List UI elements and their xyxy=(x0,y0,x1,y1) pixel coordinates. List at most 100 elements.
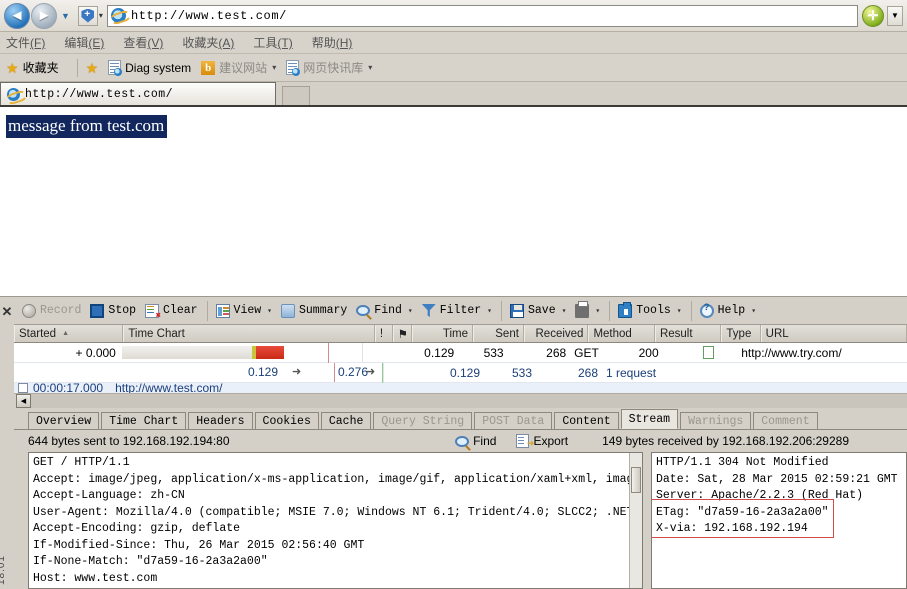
menu-accel: (V) xyxy=(147,36,164,50)
toolbar-overflow-button[interactable]: ▼ xyxy=(887,5,903,26)
page-content-area: message from test.com xyxy=(0,107,907,283)
stream-line: Server: Apache/2.2.3 (Red Hat) xyxy=(656,489,864,502)
address-bar[interactable]: http://www.test.com/ xyxy=(106,4,858,27)
save-button[interactable]: Save ▾ xyxy=(509,303,567,318)
column-header-time-chart[interactable]: Time Chart xyxy=(123,325,375,342)
print-button[interactable]: ▾ xyxy=(575,300,600,318)
stream-find-button[interactable]: Find xyxy=(455,434,502,448)
column-header-started[interactable]: Started ▲ xyxy=(14,325,124,342)
chevron-down-icon[interactable]: ▾ xyxy=(408,306,413,316)
tab-cookies[interactable]: Cookies xyxy=(254,412,319,429)
star-icon: ★ xyxy=(6,59,19,76)
browser-tab-test-com[interactable]: http://www.test.com/ xyxy=(0,82,276,105)
chevron-down-icon[interactable]: ▾ xyxy=(487,306,492,316)
scroll-left-button[interactable]: ◀ xyxy=(16,394,31,408)
find-label: Find xyxy=(473,434,497,448)
chevron-down-icon[interactable]: ▾ xyxy=(562,306,567,316)
tab-post-data[interactable]: POST Data xyxy=(474,412,553,429)
cell-received: 268 xyxy=(577,365,598,380)
summary-button[interactable]: Summary xyxy=(280,303,347,318)
favorites-center-button[interactable]: ★ 收藏夹 xyxy=(6,59,59,76)
chevron-down-icon[interactable]: ▾ xyxy=(267,306,272,316)
clear-button[interactable]: Clear xyxy=(145,303,198,321)
favorite-web-slice-gallery[interactable]: 网页快讯库 ▾ xyxy=(286,59,372,76)
tab-overview[interactable]: Overview xyxy=(28,412,100,429)
filter-button[interactable]: Filter ▾ xyxy=(421,304,492,317)
printer-icon xyxy=(575,300,590,318)
detail-tab-bar: Overview Time Chart Headers Cookies Cach… xyxy=(14,408,907,430)
stream-line: Date: Sat, 28 Mar 2015 02:59:21 GMT xyxy=(656,472,898,486)
row-checkbox[interactable] xyxy=(18,383,28,393)
column-header-received[interactable]: Received xyxy=(523,325,589,342)
table-row[interactable]: + 0.000 0.129 533 268 GET 200 http://www… xyxy=(14,342,907,363)
chevron-down-icon[interactable]: ▾ xyxy=(751,306,756,316)
menu-item-edit[interactable]: 编辑(E) xyxy=(64,34,117,51)
column-header-method[interactable]: Method xyxy=(588,325,655,342)
menu-accel: (H) xyxy=(335,36,353,50)
help-button[interactable]: Help ▾ xyxy=(699,303,756,318)
tab-title: http://www.test.com/ xyxy=(25,87,174,101)
chevron-down-icon[interactable]: ▾ xyxy=(595,306,600,316)
menu-item-favorites[interactable]: 收藏夹(A) xyxy=(182,34,247,51)
find-button[interactable]: Find ▾ xyxy=(356,304,413,317)
tab-time-chart[interactable]: Time Chart xyxy=(101,412,187,429)
column-label: Method xyxy=(593,327,632,340)
chevron-down-icon[interactable]: ▾ xyxy=(368,63,372,72)
column-header-time[interactable]: Time xyxy=(412,325,474,342)
stream-export-button[interactable]: Export xyxy=(516,434,574,449)
request-stream-pane[interactable]: GET / HTTP/1.1 Accept: image/jpeg, appli… xyxy=(28,452,643,589)
table-row-partial[interactable]: 00:00:17.000 http://www.test.com/ xyxy=(14,383,907,393)
stop-button[interactable]: Stop xyxy=(90,303,136,318)
navigation-bar: ◄ ► ▼ ▾ http://www.test.com/ ✛ ▼ xyxy=(0,0,907,32)
request-pane-scrollbar[interactable] xyxy=(629,453,642,588)
tab-query-string[interactable]: Query String xyxy=(373,412,473,429)
column-header-sent[interactable]: Sent xyxy=(473,325,524,342)
forward-button[interactable]: ► xyxy=(31,2,57,29)
column-header-url[interactable]: URL xyxy=(760,325,907,342)
filter-icon xyxy=(421,304,436,317)
tools-button[interactable]: Tools ▾ xyxy=(618,301,682,318)
column-label: ⚑ xyxy=(397,328,408,341)
menu-item-help[interactable]: 帮助(H) xyxy=(312,34,366,51)
chevron-down-icon[interactable]: ▾ xyxy=(272,63,276,72)
tab-comment[interactable]: Comment xyxy=(753,412,818,429)
add-to-favorites-bar-button[interactable]: ★ xyxy=(86,61,99,75)
back-button[interactable]: ◄ xyxy=(4,2,30,29)
rss-feed-button[interactable]: ✛ xyxy=(862,4,884,27)
favorite-suggested-sites[interactable]: b 建议网站 ▾ xyxy=(201,59,276,76)
chevron-down-icon[interactable]: ▾ xyxy=(677,306,682,316)
cell-time-chart xyxy=(120,342,363,363)
menu-item-view[interactable]: 查看(V) xyxy=(123,34,176,51)
shield-dropdown-icon[interactable]: ▾ xyxy=(99,11,103,20)
menu-label: 收藏夹 xyxy=(182,36,219,50)
column-header-result[interactable]: Result xyxy=(654,325,722,342)
view-button[interactable]: View ▾ xyxy=(215,303,272,318)
scrollbar-track[interactable] xyxy=(31,394,907,408)
scrollbar-thumb[interactable] xyxy=(631,467,641,493)
column-header-flag[interactable]: ⚑ xyxy=(392,325,413,342)
security-shield-button[interactable] xyxy=(77,5,98,26)
tab-headers[interactable]: Headers xyxy=(188,412,253,429)
tab-warnings[interactable]: Warnings xyxy=(680,412,752,429)
column-header-type[interactable]: Type xyxy=(721,325,761,342)
record-button[interactable]: Record xyxy=(22,303,81,318)
new-tab-button[interactable] xyxy=(282,86,310,105)
clear-label: Clear xyxy=(163,304,198,317)
menu-label: 帮助 xyxy=(311,36,336,50)
tab-content[interactable]: Content xyxy=(554,412,619,429)
grid-horizontal-scrollbar[interactable]: ◀ xyxy=(14,393,907,408)
history-dropdown-icon[interactable]: ▼ xyxy=(61,11,70,21)
menu-item-tools[interactable]: 工具(T) xyxy=(253,34,305,51)
table-row-summary[interactable]: 0.129 ➜ 0.276 ➜ 0.129 533 268 1 request xyxy=(14,362,907,383)
tab-cache[interactable]: Cache xyxy=(320,412,372,429)
response-stream-pane[interactable]: HTTP/1.1 304 Not Modified Date: Sat, 28 … xyxy=(651,452,907,589)
close-icon[interactable]: ✕ xyxy=(2,305,13,589)
menu-item-file[interactable]: 文件(F) xyxy=(6,34,58,51)
stream-line: GET / HTTP/1.1 xyxy=(33,456,130,469)
tab-stream[interactable]: Stream xyxy=(620,409,679,429)
favorites-bar: ★ 收藏夹 ★ Diag system b 建议网站 ▾ 网页快讯库 ▾ xyxy=(0,54,907,82)
column-header-warning[interactable]: ! xyxy=(374,325,393,342)
clear-icon xyxy=(145,303,161,321)
favorite-diag-system[interactable]: Diag system xyxy=(108,60,191,76)
version-watermark-label: 18.01 xyxy=(0,554,7,585)
